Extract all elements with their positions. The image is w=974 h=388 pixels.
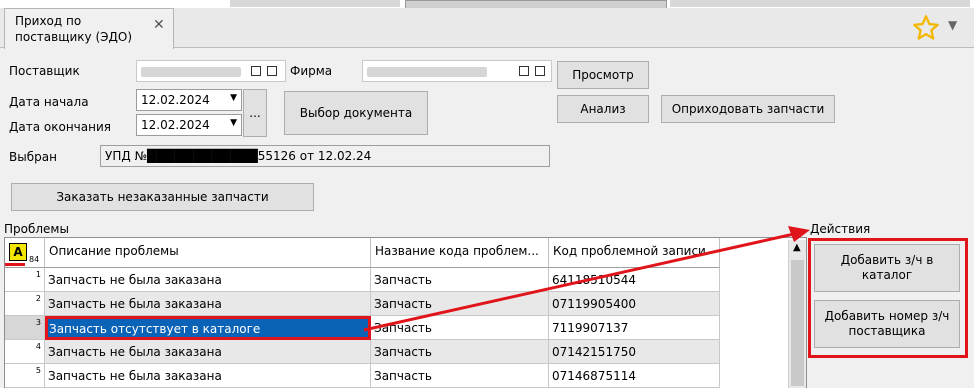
annotation-arrow <box>363 226 810 332</box>
